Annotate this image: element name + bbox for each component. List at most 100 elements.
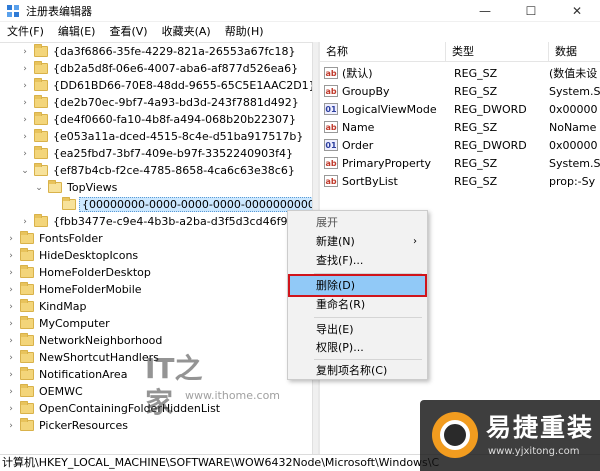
tree-node[interactable]: › {de2b70ec-9bf7-4a93-bd3d-243f7881d492} (20, 94, 301, 111)
chevron-right-icon[interactable]: › (6, 285, 16, 295)
menu-item-copy-key-name[interactable]: 复制项名称(C) (290, 361, 425, 380)
column-header-name[interactable]: 名称 (320, 42, 446, 61)
close-button[interactable]: ✕ (554, 0, 600, 22)
chevron-right-icon[interactable]: › (20, 132, 30, 142)
tree-node[interactable]: › {fbb3477e-c9e4-4b3b-a2ba-d3f5d3cd46f9} (20, 213, 296, 230)
folder-icon (20, 418, 34, 431)
string-value-icon: ab (324, 157, 338, 169)
string-value-icon: ab (324, 67, 338, 79)
menu-separator (314, 273, 422, 274)
tree-node-label: OpenContainingFolderHiddenList (39, 402, 221, 415)
dword-value-icon: 01 (324, 139, 338, 151)
menu-item-expand[interactable]: 展开 (290, 213, 425, 232)
value-type: REG_SZ (454, 174, 498, 188)
menu-file[interactable]: 文件(F) (0, 22, 51, 42)
column-header-type[interactable]: 类型 (446, 42, 549, 61)
menu-favorites[interactable]: 收藏夹(A) (155, 22, 218, 42)
value-name: (默认) (342, 67, 373, 80)
tree-node[interactable]: › {db2a5d8f-06e6-4007-aba6-af877d526ea6} (20, 60, 300, 77)
chevron-right-icon[interactable]: › (6, 404, 16, 414)
tree-node[interactable]: › {e053a11a-dced-4515-8c4e-d51ba917517b} (20, 128, 305, 145)
minimize-button[interactable]: — (462, 0, 508, 22)
menu-item-permissions[interactable]: 权限(P)... (290, 338, 425, 357)
tree-node-label: {e053a11a-dced-4515-8c4e-d51ba917517b} (53, 130, 304, 143)
tree-node[interactable]: › PickerResources (6, 417, 130, 434)
value-type: REG_SZ (454, 84, 498, 98)
menu-item-new-label: 新建(N) (316, 235, 355, 248)
menu-item-find[interactable]: 查找(F)... (290, 251, 425, 270)
value-name: Order (342, 138, 374, 152)
tree-node-label: KindMap (39, 300, 87, 313)
value-row[interactable]: 01 Order REG_DWORD 0x00000 (320, 136, 600, 154)
value-row[interactable]: ab Name REG_SZ NoName (320, 118, 600, 136)
tree-node-selected[interactable]: {00000000-0000-0000-0000-000000000000} (48, 196, 312, 213)
chevron-right-icon[interactable]: › (20, 217, 30, 227)
tree-node[interactable]: › {da3f6866-35fe-4229-821a-26553a67fc18} (20, 43, 297, 60)
chevron-right-icon[interactable]: › (6, 319, 16, 329)
chevron-right-icon[interactable]: › (20, 98, 30, 108)
chevron-right-icon[interactable]: › (6, 234, 16, 244)
tree-node[interactable]: › HideDesktopIcons (6, 247, 140, 264)
tree-node[interactable]: › NewShortcutHandlers (6, 349, 161, 366)
tree-node[interactable]: › MyComputer (6, 315, 112, 332)
menu-separator (314, 317, 422, 318)
chevron-right-icon[interactable]: › (6, 353, 16, 363)
tree-node[interactable]: › OEMWC (6, 383, 85, 400)
tree-node[interactable]: › HomeFolderMobile (6, 281, 144, 298)
menu-item-delete[interactable]: 删除(D) (288, 274, 427, 297)
menu-view[interactable]: 查看(V) (102, 22, 154, 42)
chevron-down-icon[interactable]: ⌄ (20, 166, 30, 176)
chevron-right-icon[interactable]: › (20, 115, 30, 125)
folder-icon (34, 146, 48, 159)
folder-open-icon (34, 163, 48, 176)
tree-node-label: {de4f0660-fa10-4b8f-a494-068b20b22307} (53, 113, 297, 126)
value-row[interactable]: ab (默认) REG_SZ (数值未设 (320, 64, 600, 82)
tree-node[interactable]: › NotificationArea (6, 366, 129, 383)
menu-bar: 文件(F) 编辑(E) 查看(V) 收藏夹(A) 帮助(H) (0, 22, 600, 42)
chevron-down-icon[interactable]: ⌄ (34, 183, 44, 193)
value-row[interactable]: 01 LogicalViewMode REG_DWORD 0x00000 (320, 100, 600, 118)
tree-node[interactable]: › HomeFolderDesktop (6, 264, 153, 281)
yijie-watermark-url: www.yjxitong.com (488, 446, 580, 457)
tree-node[interactable]: › {DD61BD66-70E8-48dd-9655-65C5E1AAC2D1} (20, 77, 312, 94)
value-type: REG_SZ (454, 156, 498, 170)
chevron-right-icon[interactable]: › (6, 268, 16, 278)
column-header-data[interactable]: 数据 (549, 42, 600, 61)
folder-icon (34, 78, 48, 91)
chevron-right-icon[interactable]: › (6, 387, 16, 397)
tree-node[interactable]: › FontsFolder (6, 230, 105, 247)
tree-node[interactable]: › OpenContainingFolderHiddenList (6, 400, 222, 417)
chevron-right-icon[interactable]: › (6, 336, 16, 346)
menu-item-rename[interactable]: 重命名(R) (290, 295, 425, 314)
tree-node-topviews[interactable]: ⌄ TopViews (34, 179, 119, 196)
folder-icon (20, 265, 34, 278)
folder-icon (34, 44, 48, 57)
folder-icon (20, 231, 34, 244)
chevron-right-icon[interactable]: › (6, 251, 16, 261)
menu-edit[interactable]: 编辑(E) (51, 22, 103, 42)
maximize-button[interactable]: ☐ (508, 0, 554, 22)
yijie-watermark-badge: 易捷重装 www.yjxitong.com (420, 400, 600, 471)
folder-open-icon (48, 180, 62, 193)
chevron-right-icon[interactable]: › (20, 149, 30, 159)
tree-node[interactable]: ⌄ {ef87b4cb-f2ce-4785-8658-4ca6c63e38c6} (20, 162, 297, 179)
context-menu: 展开 新建(N) › 查找(F)... 删除(D) 重命名(R) 导出(E) 权限… (287, 210, 428, 380)
chevron-right-icon[interactable]: › (20, 81, 30, 91)
menu-help[interactable]: 帮助(H) (218, 22, 271, 42)
tree-node[interactable]: › {ea25fbd7-3bf7-409e-b97f-3352240903f4} (20, 145, 295, 162)
value-row[interactable]: ab SortByList REG_SZ prop:-Sy (320, 172, 600, 190)
folder-icon (20, 384, 34, 397)
chevron-right-icon[interactable]: › (6, 421, 16, 431)
tree-node[interactable]: › NetworkNeighborhood (6, 332, 164, 349)
tree-node[interactable]: › {de4f0660-fa10-4b8f-a494-068b20b22307} (20, 111, 298, 128)
value-row[interactable]: ab GroupBy REG_SZ System.S (320, 82, 600, 100)
tree-node[interactable]: › KindMap (6, 298, 88, 315)
chevron-right-icon[interactable]: › (20, 47, 30, 57)
chevron-right-icon[interactable]: › (6, 370, 16, 380)
menu-item-export[interactable]: 导出(E) (290, 320, 425, 339)
chevron-right-icon[interactable]: › (20, 64, 30, 74)
menu-item-new[interactable]: 新建(N) › (290, 232, 425, 251)
folder-icon (34, 214, 48, 227)
chevron-right-icon[interactable]: › (6, 302, 16, 312)
value-row[interactable]: ab PrimaryProperty REG_SZ System.S (320, 154, 600, 172)
